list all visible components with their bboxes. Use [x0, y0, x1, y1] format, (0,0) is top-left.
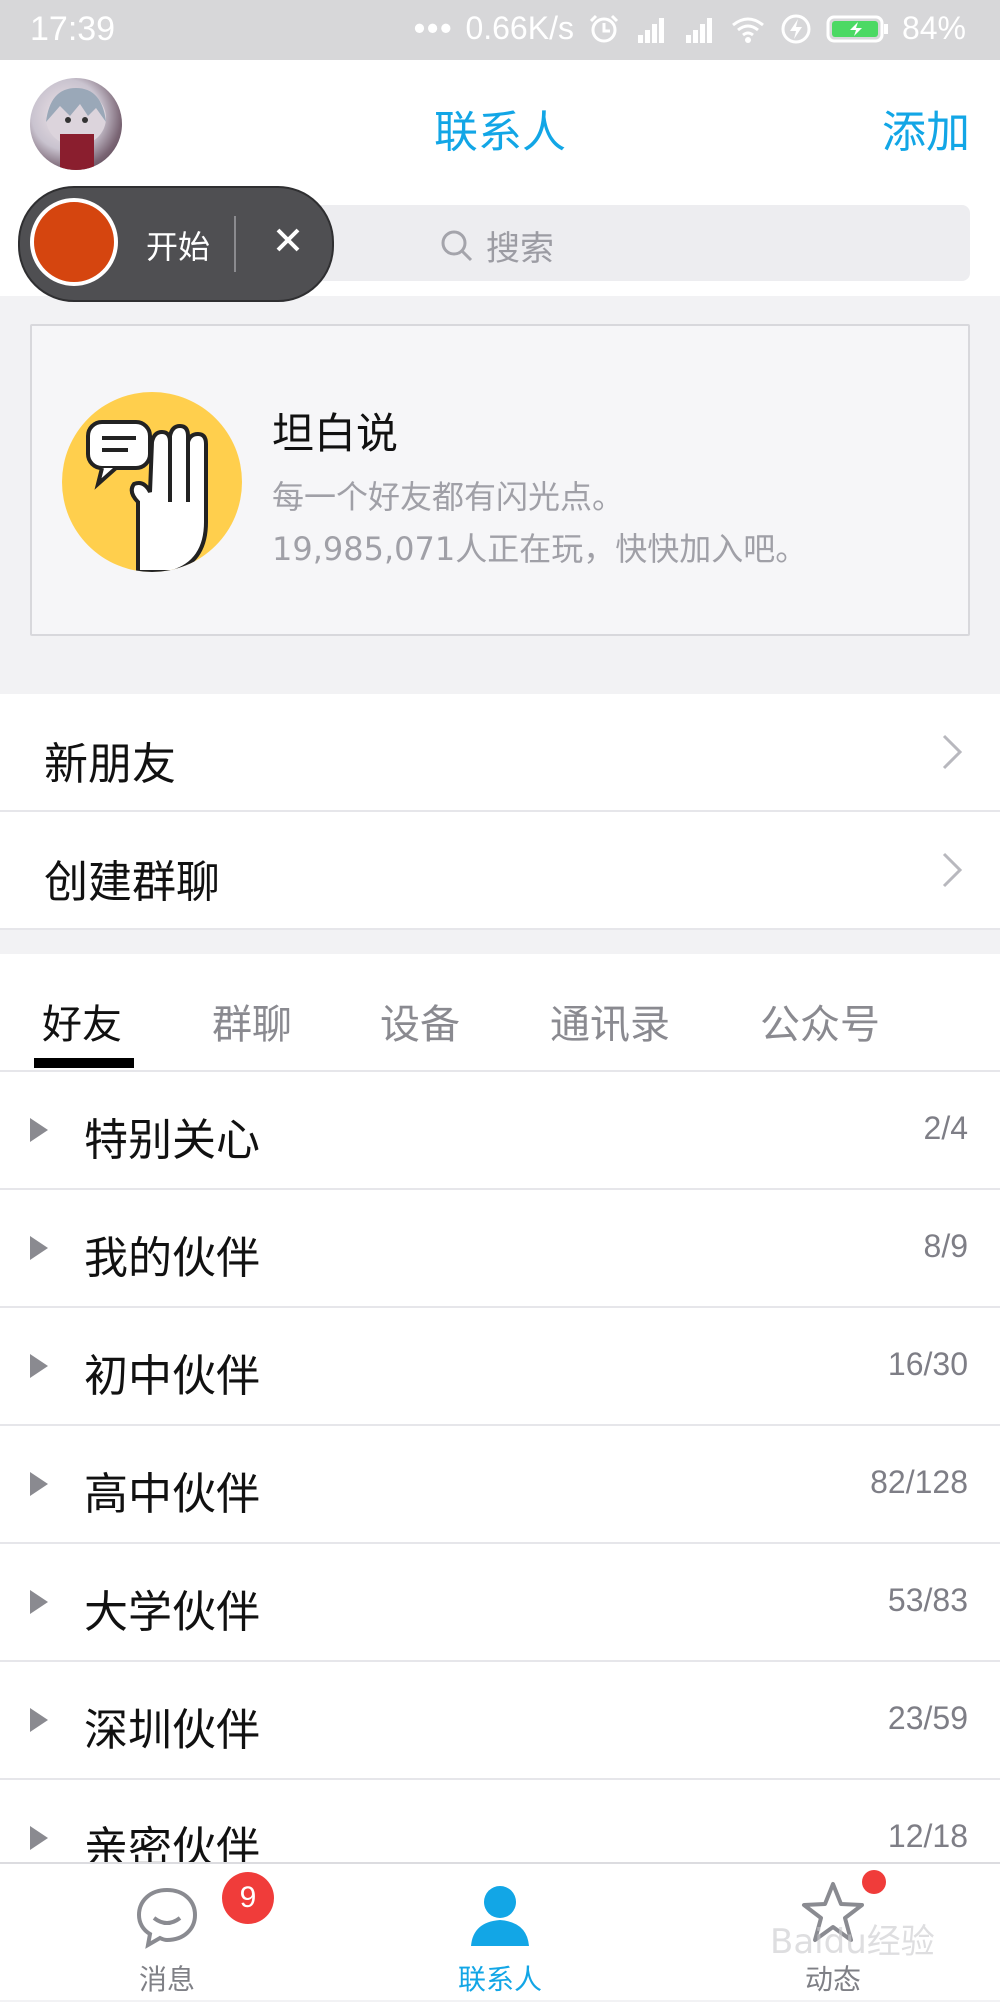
- nav-messages[interactable]: 9 消息: [42, 1864, 292, 2002]
- dots-icon: •••: [413, 10, 454, 46]
- divider: [0, 928, 1000, 930]
- group-count: 23/59: [887, 1700, 968, 1736]
- confession-card[interactable]: 坦白说 每一个好友都有闪光点。 19,985,071人正在玩，快快加入吧。: [30, 324, 970, 636]
- search-icon: [441, 230, 473, 261]
- expand-triangle-icon: [30, 1708, 48, 1732]
- tab-group-chats[interactable]: 群聊: [212, 992, 292, 1050]
- confession-hand-icon: [62, 392, 242, 572]
- new-friends-label: 新朋友: [44, 739, 176, 790]
- network-speed: 0.66K/s: [465, 10, 574, 46]
- wifi-icon: [732, 17, 764, 43]
- start-label[interactable]: 开始: [146, 222, 210, 268]
- nav-contacts[interactable]: 联系人: [375, 1864, 625, 2002]
- charging-icon: [781, 14, 811, 43]
- friend-group-row[interactable]: 深圳伙伴 23/59: [0, 1662, 1000, 1778]
- card-subtitle: 每一个好友都有闪光点。: [272, 478, 625, 516]
- contact-tabs: 好友 群聊 设备 通讯录 公众号: [0, 954, 1000, 1070]
- battery-percent: 84%: [901, 10, 966, 46]
- nav-contacts-label: 联系人: [457, 1963, 542, 1996]
- expand-triangle-icon: [30, 1590, 48, 1614]
- expand-triangle-icon: [30, 1826, 48, 1850]
- group-count: 2/4: [923, 1110, 968, 1146]
- battery-icon: [826, 15, 888, 42]
- group-name: 深圳伙伴: [84, 1705, 260, 1756]
- expand-triangle-icon: [30, 1118, 48, 1142]
- create-group-chat-label: 创建群聊: [44, 857, 220, 908]
- nav-moments-label: 动态: [804, 1963, 861, 1996]
- new-friends-item[interactable]: 新朋友: [0, 694, 1000, 810]
- search-inner: 搜索: [440, 221, 554, 270]
- expand-triangle-icon: [30, 1236, 48, 1260]
- group-name: 初中伙伴: [84, 1351, 260, 1402]
- message-bubble-icon: [136, 1887, 198, 1949]
- friend-group-row[interactable]: 大学伙伴 53/83: [0, 1544, 1000, 1660]
- signal-icon: [685, 17, 712, 43]
- group-name: 大学伙伴: [84, 1587, 260, 1638]
- friend-group-row[interactable]: 高中伙伴 82/128: [0, 1426, 1000, 1542]
- chevron-right-icon: [942, 734, 963, 770]
- search-input[interactable]: 搜索: [300, 205, 970, 281]
- add-button[interactable]: 添加: [882, 96, 970, 160]
- group-count: 12/18: [887, 1818, 968, 1854]
- overlay-divider: [234, 216, 236, 272]
- create-group-chat-item[interactable]: 创建群聊: [0, 812, 1000, 928]
- group-name: 高中伙伴: [84, 1469, 260, 1520]
- expand-triangle-icon: [30, 1472, 48, 1496]
- expand-triangle-icon: [30, 1354, 48, 1378]
- card-title: 坦白说: [272, 409, 399, 458]
- friend-group-row[interactable]: 特别关心 2/4: [0, 1072, 1000, 1188]
- group-count: 53/83: [887, 1582, 968, 1618]
- record-dot-icon[interactable]: [30, 198, 118, 286]
- group-count: 82/128: [870, 1464, 968, 1500]
- page-title: 联系人: [434, 107, 566, 158]
- group-count: 16/30: [887, 1346, 968, 1382]
- group-name: 我的伙伴: [84, 1233, 260, 1284]
- tab-official-accounts[interactable]: 公众号: [760, 992, 880, 1050]
- unread-badge: 9: [222, 1872, 274, 1924]
- signal-icon: [637, 17, 664, 43]
- status-time: 17:39: [30, 10, 116, 48]
- nav-messages-label: 消息: [138, 1963, 195, 1996]
- friend-group-row[interactable]: 初中伙伴 16/30: [0, 1308, 1000, 1424]
- contacts-person-icon: [471, 1886, 529, 1946]
- friend-group-row[interactable]: 我的伙伴 8/9: [0, 1190, 1000, 1306]
- status-bar: 17:39 ••• 0.66K/s 84%: [0, 0, 1000, 60]
- tab-devices[interactable]: 设备: [380, 992, 460, 1050]
- group-count: 8/9: [923, 1228, 968, 1264]
- baidu-watermark: Baidu经验: [770, 1922, 935, 1962]
- active-tab-indicator: [34, 1058, 134, 1068]
- group-name: 特别关心: [84, 1115, 260, 1166]
- close-icon[interactable]: [264, 216, 312, 264]
- status-right-group: ••• 0.66K/s 84%: [414, 10, 966, 47]
- alarm-icon: [589, 14, 619, 42]
- card-player-count: 19,985,071人正在玩，快快加入吧。: [272, 530, 808, 568]
- tab-friends[interactable]: 好友: [42, 992, 122, 1050]
- tab-address-book[interactable]: 通讯录: [550, 992, 670, 1050]
- chevron-right-icon: [942, 852, 963, 888]
- floating-record-widget[interactable]: 开始: [18, 186, 334, 302]
- new-moments-dot: [862, 1870, 886, 1894]
- search-placeholder: 搜索: [486, 229, 554, 269]
